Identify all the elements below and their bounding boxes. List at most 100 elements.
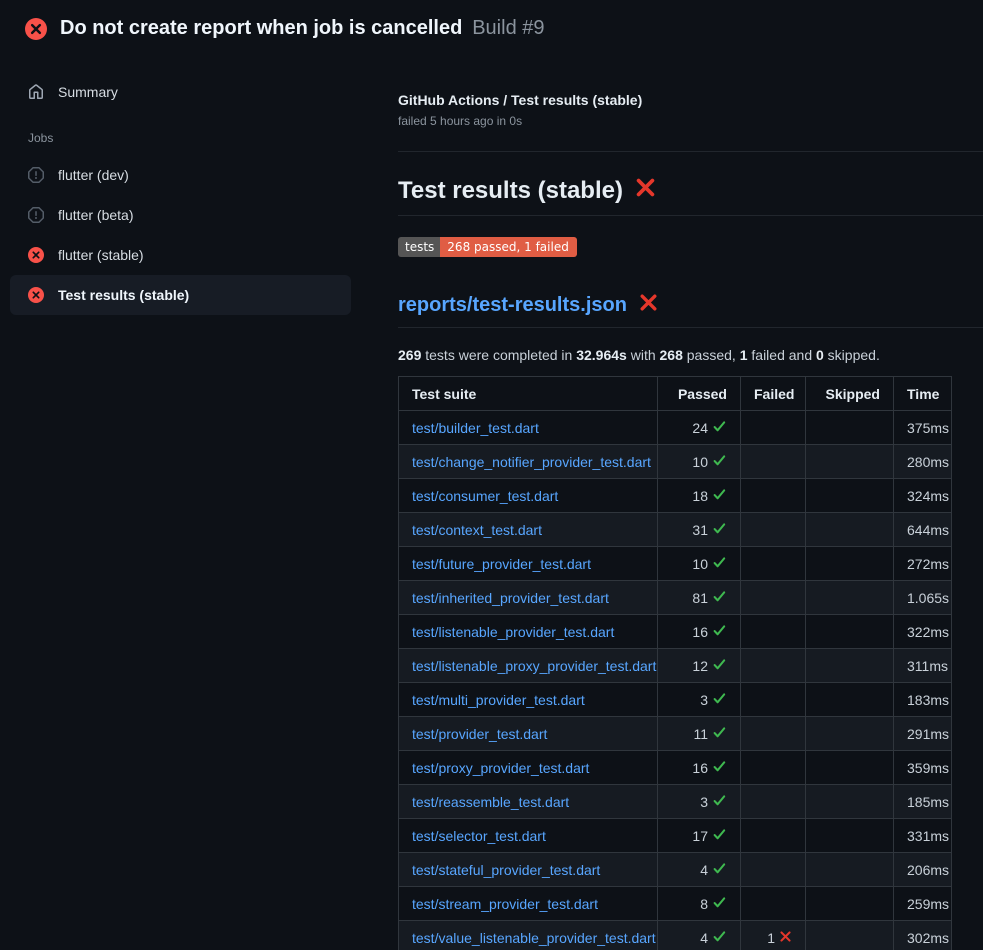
time-cell: 311ms [894, 649, 952, 683]
test-suite-cell: test/selector_test.dart [399, 819, 658, 853]
test-suite-link[interactable]: test/selector_test.dart [412, 828, 546, 844]
failed-cell [741, 887, 806, 921]
jobs-section-label: Jobs [10, 121, 351, 155]
test-suite-link[interactable]: test/proxy_provider_test.dart [412, 760, 589, 776]
skipped-cell [806, 479, 894, 513]
breadcrumb: GitHub Actions / Test results (stable) [398, 92, 983, 108]
failed-cross-icon [638, 292, 659, 319]
time-cell: 324ms [894, 479, 952, 513]
check-icon [712, 521, 727, 539]
check-icon [712, 657, 727, 675]
sidebar-job-item[interactable]: flutter (dev) [10, 155, 351, 195]
test-suite-link[interactable]: test/inherited_provider_test.dart [412, 590, 609, 606]
passed-count: 4 [700, 862, 708, 878]
passed-count: 10 [692, 556, 708, 572]
sidebar-job-item[interactable]: Test results (stable) [10, 275, 351, 315]
passed-cell: 3 [658, 683, 741, 717]
test-suite-link[interactable]: test/multi_provider_test.dart [412, 692, 585, 708]
table-row: test/listenable_provider_test.dart16322m… [399, 615, 952, 649]
report-file-link[interactable]: reports/test-results.json [398, 294, 627, 317]
failed-cell [741, 547, 806, 581]
test-suite-link[interactable]: test/consumer_test.dart [412, 488, 558, 504]
failed-cross-icon [634, 176, 657, 206]
passed-cell: 11 [658, 717, 741, 751]
time-cell: 331ms [894, 819, 952, 853]
passed-count: 3 [700, 794, 708, 810]
test-suite-link[interactable]: test/stateful_provider_test.dart [412, 862, 600, 878]
table-row: test/context_test.dart31644ms [399, 513, 952, 547]
test-suite-link[interactable]: test/reassemble_test.dart [412, 794, 569, 810]
check-icon [712, 487, 727, 505]
check-icon [712, 827, 727, 845]
test-suite-link[interactable]: test/value_listenable_provider_test.dart [412, 930, 656, 946]
test-suite-cell: test/proxy_provider_test.dart [399, 751, 658, 785]
failed-cell [741, 615, 806, 649]
passed-count: 12 [692, 658, 708, 674]
time-cell: 375ms [894, 411, 952, 445]
table-row: test/builder_test.dart 24 375ms [399, 411, 952, 445]
check-icon [712, 555, 727, 573]
failed-cell [741, 411, 806, 445]
column-header-failed: Failed [741, 377, 806, 411]
check-icon [712, 623, 727, 641]
failed-cell [741, 785, 806, 819]
passed-count: 31 [692, 522, 708, 538]
table-row: test/change_notifier_provider_test.dart1… [399, 445, 952, 479]
passed-cell: 10 [658, 547, 741, 581]
time-cell: 206ms [894, 853, 952, 887]
cross-icon [779, 930, 792, 946]
failed-cell [741, 581, 806, 615]
skipped-cell [806, 819, 894, 853]
time-cell: 291ms [894, 717, 952, 751]
table-row: test/multi_provider_test.dart3183ms [399, 683, 952, 717]
test-suite-link[interactable]: test/context_test.dart [412, 522, 542, 538]
check-icon [712, 691, 727, 709]
test-suite-link[interactable]: test/change_notifier_provider_test.dart [412, 454, 651, 470]
check-icon [712, 589, 727, 607]
job-label: flutter (dev) [58, 167, 129, 183]
passed-cell: 4 [658, 921, 741, 950]
time-cell: 280ms [894, 445, 952, 479]
test-suite-link[interactable]: test/provider_test.dart [412, 726, 547, 742]
passed-cell: 18 [658, 479, 741, 513]
job-label: flutter (beta) [58, 207, 133, 223]
skipped-cell [806, 887, 894, 921]
table-row: test/provider_test.dart 11 291ms [399, 717, 952, 751]
check-run-header: Do not create report when job is cancell… [0, 0, 983, 54]
test-suite-link[interactable]: test/stream_provider_test.dart [412, 896, 598, 912]
test-suite-link[interactable]: test/listenable_provider_test.dart [412, 624, 614, 640]
stop-icon [28, 167, 44, 183]
column-header-time: Time [894, 377, 952, 411]
passed-cell: 12 [658, 649, 741, 683]
test-suite-cell: test/context_test.dart [399, 513, 658, 547]
skipped-cell [806, 547, 894, 581]
passed-cell: 81 [658, 581, 741, 615]
table-row: test/future_provider_test.dart 10 272ms [399, 547, 952, 581]
test-suite-cell: test/reassemble_test.dart [399, 785, 658, 819]
sidebar-summary-label: Summary [58, 84, 118, 100]
test-suite-cell: test/stateful_provider_test.dart [399, 853, 658, 887]
test-suite-link[interactable]: test/builder_test.dart [412, 420, 539, 436]
table-row: test/consumer_test.dart 18 324ms [399, 479, 952, 513]
passed-cell: 16 [658, 751, 741, 785]
time-cell: 272ms [894, 547, 952, 581]
sidebar-job-item[interactable]: flutter (beta) [10, 195, 351, 235]
table-row: test/listenable_proxy_provider_test.dart… [399, 649, 952, 683]
jobs-sidebar: Summary Jobs flutter (dev) flutter (beta)… [0, 54, 390, 315]
passed-cell: 24 [658, 411, 741, 445]
skipped-cell [806, 581, 894, 615]
test-suite-cell: test/inherited_provider_test.dart [399, 581, 658, 615]
sidebar-item-summary[interactable]: Summary [10, 72, 351, 112]
failed-cell [741, 479, 806, 513]
failed-cell [741, 853, 806, 887]
skipped-cell [806, 921, 894, 950]
passed-cell: 31 [658, 513, 741, 547]
x-circle-fill-icon [28, 287, 44, 303]
build-number: Build #9 [472, 17, 544, 39]
badge-label: tests [398, 237, 440, 257]
sidebar-job-item[interactable]: flutter (stable) [10, 235, 351, 275]
test-suite-link[interactable]: test/listenable_proxy_provider_test.dart [412, 658, 656, 674]
table-row: test/reassemble_test.dart3185ms [399, 785, 952, 819]
skipped-cell [806, 683, 894, 717]
test-suite-link[interactable]: test/future_provider_test.dart [412, 556, 591, 572]
